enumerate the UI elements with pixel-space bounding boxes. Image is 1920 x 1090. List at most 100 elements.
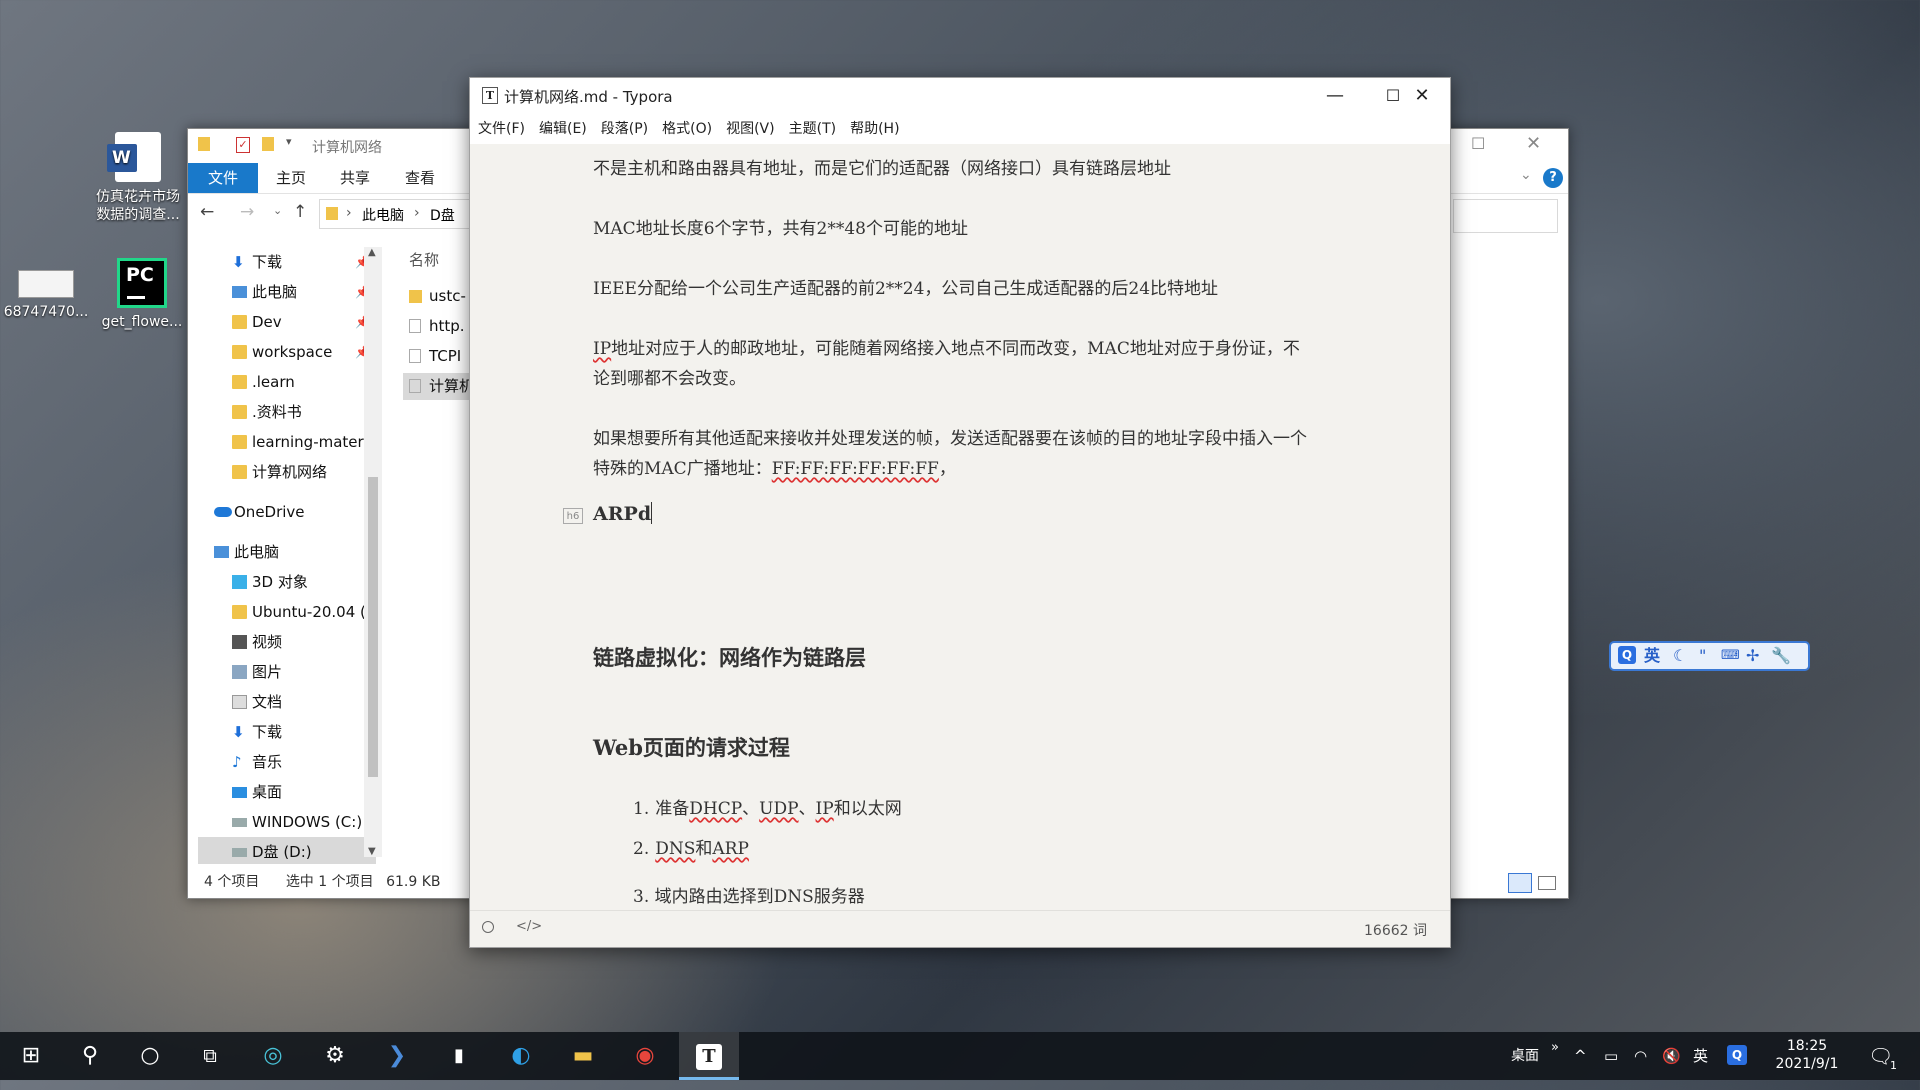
- app-circle-icon[interactable]: ◎: [246, 1032, 300, 1080]
- tab-home[interactable]: 主页: [262, 163, 320, 193]
- minimize-icon[interactable]: —: [1306, 78, 1364, 114]
- punctuation-icon[interactable]: ": [1699, 643, 1706, 669]
- file-explorer-icon[interactable]: ▬: [556, 1032, 610, 1080]
- scroll-up-icon[interactable]: ▲: [368, 247, 376, 258]
- nav-item[interactable]: learning-mater: [198, 427, 376, 457]
- nav-item[interactable]: .资料书: [198, 397, 376, 427]
- desktop-icon-pycharm[interactable]: PC get_flowe...: [94, 258, 190, 330]
- close-icon[interactable]: ✕: [1393, 78, 1451, 114]
- word-count[interactable]: 16662 词: [1364, 920, 1427, 940]
- cortana-icon[interactable]: ○: [123, 1032, 177, 1080]
- nav-item[interactable]: Ubuntu-20.04 (: [198, 597, 376, 627]
- paragraph[interactable]: 不是主机和路由器具有地址，而是它们的适配器（网络接口）具有链路层地址: [593, 154, 1313, 184]
- desktop-toolbar-label[interactable]: 桌面: [1511, 1032, 1539, 1080]
- menu-theme[interactable]: 主题(T): [789, 114, 836, 144]
- source-code-toggle-icon[interactable]: </>: [516, 919, 542, 934]
- scroll-down-icon[interactable]: ▼: [368, 846, 376, 857]
- ordered-list-item[interactable]: 2. DNS和ARP: [633, 834, 1373, 864]
- nav-item[interactable]: 文档: [198, 687, 376, 717]
- nav-item[interactable]: .learn: [198, 367, 376, 397]
- steam-icon[interactable]: ⚙: [308, 1032, 362, 1080]
- sogou-ime-icon[interactable]: Q: [1618, 646, 1636, 664]
- back-arrow-icon[interactable]: ←: [200, 202, 214, 222]
- nav-item[interactable]: 桌面: [198, 777, 376, 807]
- recent-dropdown-icon[interactable]: ⌄: [273, 204, 282, 217]
- heading-arp[interactable]: ARPd: [593, 502, 653, 525]
- tray-expand-icon[interactable]: ^: [1574, 1032, 1587, 1080]
- nav-item[interactable]: 3D 对象: [198, 567, 376, 597]
- toolbox-icon[interactable]: ✢: [1746, 643, 1759, 669]
- nav-item-onedrive[interactable]: OneDrive: [198, 497, 376, 527]
- help-icon[interactable]: ?: [1543, 168, 1563, 188]
- details-view-icon[interactable]: [1508, 873, 1532, 893]
- battery-icon[interactable]: ▭: [1604, 1032, 1618, 1080]
- paragraph[interactable]: 如果想要所有其他适配来接收并处理发送的帧，发送适配器要在该帧的目的地址字段中插入…: [593, 424, 1313, 484]
- chrome-icon[interactable]: ◉: [618, 1032, 672, 1080]
- nav-item-selected[interactable]: D盘 (D:): [198, 837, 376, 864]
- close-icon[interactable]: ✕: [1526, 133, 1541, 154]
- paragraph[interactable]: MAC地址长度6个字节，共有2**48个可能的地址: [593, 214, 1313, 244]
- quick-access-dropdown-icon[interactable]: ▾: [286, 135, 292, 148]
- wifi-icon[interactable]: ◠: [1634, 1032, 1647, 1080]
- nav-item[interactable]: 图片: [198, 657, 376, 687]
- powershell-icon[interactable]: ❯: [370, 1032, 424, 1080]
- typora-taskbar-icon[interactable]: T: [679, 1032, 739, 1080]
- nav-item[interactable]: workspace 📌: [198, 337, 376, 367]
- paragraph[interactable]: IP地址对应于人的邮政地址，可能随着网络接入地点不同而改变，MAC地址对应于身份…: [593, 334, 1313, 394]
- menu-format[interactable]: 格式(O): [662, 114, 712, 144]
- nav-item-this-pc[interactable]: 此电脑: [198, 537, 376, 567]
- forward-arrow-icon[interactable]: →: [240, 202, 254, 222]
- edge-icon[interactable]: ◐: [494, 1032, 548, 1080]
- keyboard-icon[interactable]: ⌨: [1721, 643, 1740, 669]
- checkmark-icon[interactable]: ✓: [236, 137, 250, 153]
- desktop-icon-word-doc[interactable]: W 仿真花卉市场数据的调查...: [90, 132, 186, 224]
- nav-item[interactable]: ⬇ 下载: [198, 717, 376, 747]
- ordered-list-item[interactable]: 1. 准备DHCP、UDP、IP和以太网: [633, 794, 1373, 824]
- breadcrumb-item[interactable]: 此电脑: [362, 205, 404, 225]
- ime-language[interactable]: 英: [1644, 643, 1660, 669]
- moon-icon[interactable]: ☾: [1673, 643, 1687, 669]
- menu-help[interactable]: 帮助(H): [850, 114, 899, 144]
- terminal-icon[interactable]: ▮: [432, 1032, 486, 1080]
- new-folder-icon[interactable]: [262, 137, 274, 151]
- clock[interactable]: 18:25 2021/9/1: [1772, 1032, 1842, 1080]
- volume-muted-icon[interactable]: 🔇: [1662, 1032, 1681, 1080]
- up-arrow-icon[interactable]: ↑: [293, 202, 307, 222]
- nav-item[interactable]: 计算机网络: [198, 457, 376, 487]
- search-icon[interactable]: ⚲: [63, 1032, 117, 1080]
- wrench-icon[interactable]: 🔧: [1771, 643, 1791, 669]
- ribbon-expand-icon[interactable]: ⌄: [1520, 167, 1532, 183]
- scroll-thumb[interactable]: [368, 477, 378, 777]
- sogou-tray-icon[interactable]: Q: [1727, 1045, 1747, 1065]
- tab-file[interactable]: 文件: [188, 163, 258, 193]
- menu-paragraph[interactable]: 段落(P): [601, 114, 648, 144]
- outline-toggle-icon[interactable]: [482, 921, 494, 933]
- nav-item[interactable]: Dev 📌: [198, 307, 376, 337]
- ordered-list-item-partial[interactable]: 3. 域内路由选择到DNS服务器: [633, 882, 1353, 911]
- heading-web-request[interactable]: Web页面的请求过程: [593, 732, 790, 762]
- heading-link-virtualization[interactable]: 链路虚拟化：网络作为链路层: [593, 642, 866, 672]
- nav-scrollbar[interactable]: ▲ ▼: [364, 247, 382, 857]
- tab-view[interactable]: 查看: [391, 163, 449, 193]
- nav-item[interactable]: ⬇ 下载 📌: [198, 247, 376, 277]
- editor-content[interactable]: 不是主机和路由器具有地址，而是它们的适配器（网络接口）具有链路层地址 MAC地址…: [470, 144, 1450, 911]
- large-icons-view-icon[interactable]: [1538, 876, 1556, 890]
- task-view-icon[interactable]: ⧉: [183, 1032, 237, 1080]
- ime-toolbar[interactable]: Q 英 ☾ " ⌨ ✢ 🔧: [1609, 641, 1810, 671]
- breadcrumb-item[interactable]: D盘: [430, 205, 455, 225]
- input-language[interactable]: 英: [1693, 1032, 1708, 1080]
- menu-file[interactable]: 文件(F): [478, 114, 525, 144]
- desktop-icon-image[interactable]: 68747470...: [0, 270, 92, 320]
- tab-share[interactable]: 共享: [326, 163, 384, 193]
- nav-item[interactable]: ♪ 音乐: [198, 747, 376, 777]
- menu-edit[interactable]: 编辑(E): [539, 114, 587, 144]
- nav-item[interactable]: WINDOWS (C:): [198, 807, 376, 837]
- column-header-name[interactable]: 名称: [409, 247, 439, 274]
- paragraph[interactable]: IEEE分配给一个公司生产适配器的前2**24，公司自己生成适配器的后24比特地…: [593, 274, 1313, 304]
- nav-item[interactable]: 此电脑 📌: [198, 277, 376, 307]
- toolbar-overflow-icon[interactable]: »: [1551, 1024, 1559, 1072]
- search-field[interactable]: [1453, 199, 1558, 233]
- maximize-icon[interactable]: ☐: [1471, 134, 1485, 153]
- start-windows-icon[interactable]: ⊞: [4, 1032, 58, 1080]
- menu-view[interactable]: 视图(V): [726, 114, 775, 144]
